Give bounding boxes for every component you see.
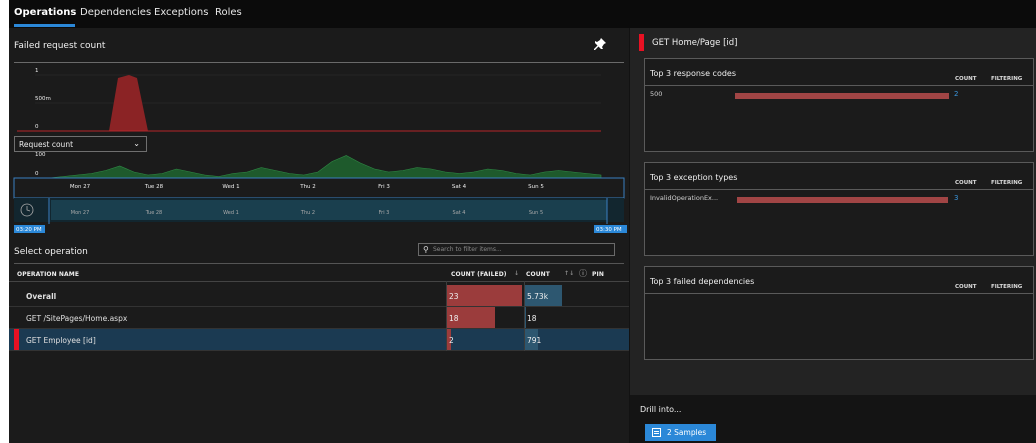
card-filtering-header: FILTERING xyxy=(991,180,1023,186)
card-title: Top 3 failed dependencies xyxy=(650,277,755,286)
operations-panel: Failed request count 1 500m 0 100 0 Mon 27 Tue… xyxy=(9,28,629,443)
timeline-charts: 1 500m 0 100 0 Mon 27 Tue 28 Wed 1 Thu 2 Fri 3 Sat… xyxy=(13,68,627,233)
selected-row-marker xyxy=(14,329,19,351)
exception-type-label[interactable]: InvalidOperationEx... xyxy=(650,194,718,202)
table-row[interactable]: Overall 23 5.73k xyxy=(9,285,629,307)
card-count-header: COUNT xyxy=(955,76,977,82)
samples-button[interactable]: 2 Samples xyxy=(645,424,716,441)
card-rule xyxy=(645,293,1033,294)
card-filtering-header: FILTERING xyxy=(991,284,1023,290)
exception-types-card: Top 3 exception types COUNT FILTERING In… xyxy=(644,162,1034,256)
y-tick-label: 0 xyxy=(35,171,39,177)
y-tick-label: 100 xyxy=(35,152,46,158)
response-code-count[interactable]: 2 xyxy=(954,90,958,98)
card-rule xyxy=(645,85,1033,86)
request-series-area xyxy=(48,155,602,179)
y-tick-label: 500m xyxy=(35,96,51,102)
card-count-header: COUNT xyxy=(955,180,977,186)
count-value: 18 xyxy=(527,314,537,323)
operation-title: GET Home/Page [id] xyxy=(652,38,738,48)
table-top-rule xyxy=(14,263,624,264)
y-tick-label: 0 xyxy=(35,124,39,130)
metric-dropdown-value: Request count xyxy=(19,140,74,149)
app-window: Operations Dependencies Exceptions Roles… xyxy=(9,0,1036,443)
range-tick-label: Wed 1 xyxy=(223,210,239,216)
details-panel: GET Home/Page [id] Top 3 response codes … xyxy=(629,28,1036,443)
x-tick-label: Sun 5 xyxy=(528,184,544,190)
col-count[interactable]: COUNT xyxy=(526,271,550,278)
exception-type-bar xyxy=(737,197,948,203)
operation-name: Overall xyxy=(26,292,57,301)
failed-count-value: 18 xyxy=(449,314,459,323)
drill-into-label: Drill into... xyxy=(640,405,682,414)
operation-name: GET Employee [id] xyxy=(26,336,96,345)
chevron-down-icon: ⌄ xyxy=(133,139,140,148)
range-tick-label: Sun 5 xyxy=(529,210,543,216)
column-separator xyxy=(524,281,525,351)
response-code-label[interactable]: 500 xyxy=(650,90,662,98)
x-tick-label: Tue 28 xyxy=(144,184,164,190)
card-title: Top 3 exception types xyxy=(650,173,738,182)
operation-name: GET /SitePages/Home.aspx xyxy=(26,314,128,323)
metric-dropdown[interactable]: Request count ⌄ xyxy=(14,136,147,152)
card-title: Top 3 response codes xyxy=(650,69,737,78)
response-codes-card: Top 3 response codes COUNT FILTERING 500… xyxy=(644,58,1034,152)
col-pin[interactable]: PIN xyxy=(592,271,604,278)
range-selection xyxy=(51,200,607,220)
x-tick-label: Mon 27 xyxy=(70,184,91,190)
table-row[interactable]: GET Employee [id] 2 791 xyxy=(9,329,629,351)
range-tick-label: Tue 28 xyxy=(145,210,163,216)
help-icon[interactable]: ⓘ xyxy=(579,268,587,279)
count-value: 5.73k xyxy=(527,292,549,301)
range-tick-label: Mon 27 xyxy=(71,210,90,216)
row-separator xyxy=(9,350,629,351)
sort-icon[interactable]: ↓ xyxy=(514,270,519,277)
x-tick-label: Sat 4 xyxy=(452,184,467,190)
card-filtering-header: FILTERING xyxy=(991,76,1023,82)
range-tick-label: Fri 3 xyxy=(379,210,390,216)
tab-exceptions[interactable]: Exceptions xyxy=(154,7,208,18)
card-rule xyxy=(645,189,1033,190)
count-value: 791 xyxy=(527,336,542,345)
response-code-bar xyxy=(735,93,949,99)
list-icon xyxy=(652,428,661,437)
tab-dependencies[interactable]: Dependencies xyxy=(80,7,151,18)
search-placeholder: Search to filter items... xyxy=(433,246,502,253)
active-tab-indicator xyxy=(14,24,75,27)
column-separator xyxy=(446,281,447,351)
y-tick-label: 1 xyxy=(35,68,39,74)
failed-count-value: 2 xyxy=(449,336,454,345)
tab-roles[interactable]: Roles xyxy=(215,7,242,18)
header-rule xyxy=(9,281,629,282)
drill-into-section: Drill into... 2 Samples xyxy=(630,395,1036,443)
card-count-header: COUNT xyxy=(955,284,977,290)
sort-updown-icon[interactable]: ↑↓ xyxy=(564,270,574,277)
col-count-failed[interactable]: COUNT (FAILED) xyxy=(451,271,507,278)
x-tick-label: Wed 1 xyxy=(222,184,239,190)
exception-type-count[interactable]: 3 xyxy=(954,194,958,202)
samples-button-label: 2 Samples xyxy=(667,428,707,437)
search-icon: ⚲ xyxy=(423,245,429,254)
tab-bar: Operations Dependencies Exceptions Roles xyxy=(9,0,1036,28)
select-operation-title: Select operation xyxy=(14,247,88,257)
range-tick-label: Thu 2 xyxy=(300,210,315,216)
selected-operation-marker xyxy=(639,34,644,51)
col-operation-name[interactable]: OPERATION NAME xyxy=(17,271,79,278)
failed-dependencies-card: Top 3 failed dependencies COUNT FILTERIN… xyxy=(644,266,1034,360)
range-tick-label: Sat 4 xyxy=(453,210,466,216)
tab-operations[interactable]: Operations xyxy=(14,7,76,18)
x-tick-label: Thu 2 xyxy=(299,184,316,190)
time-end-label: 03:30 PM xyxy=(596,227,622,233)
search-input[interactable]: ⚲ Search to filter items... xyxy=(418,243,615,256)
time-start-label: 03:20 PM xyxy=(16,227,42,233)
x-tick-label: Fri 3 xyxy=(378,184,390,190)
table-row[interactable]: GET /SitePages/Home.aspx 18 18 xyxy=(9,307,629,329)
failed-count-value: 23 xyxy=(449,292,459,301)
